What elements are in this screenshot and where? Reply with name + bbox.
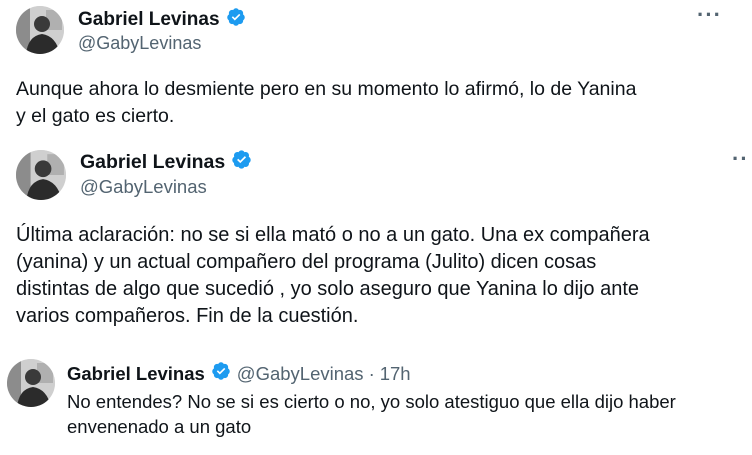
- display-name[interactable]: Gabriel Levinas: [78, 7, 246, 33]
- more-options-icon[interactable]: ··: [732, 148, 749, 170]
- display-name-text[interactable]: Gabriel Levinas: [67, 363, 205, 385]
- handle[interactable]: @GabyLevinas: [78, 33, 201, 54]
- tweet-text: Última aclaración: no se si ella mató o …: [16, 224, 650, 327]
- verified-badge-icon: [226, 7, 246, 33]
- display-name-text: Gabriel Levinas: [78, 9, 220, 30]
- avatar[interactable]: [7, 359, 55, 407]
- tweet-3[interactable]: Gabriel Levinas @GabyLevinas · 17h No en…: [0, 345, 752, 455]
- avatar[interactable]: [16, 6, 64, 54]
- handle[interactable]: @GabyLevinas: [237, 363, 364, 385]
- handle[interactable]: @GabyLevinas: [80, 176, 207, 198]
- avatar[interactable]: [16, 150, 66, 200]
- verified-badge-icon: [211, 361, 231, 386]
- tweet-text: No entendes? No se si es cierto o no, yo…: [67, 391, 676, 437]
- display-name[interactable]: Gabriel Levinas: [80, 149, 252, 176]
- timestamp[interactable]: 17h: [380, 363, 411, 385]
- tweet-text: Aunque ahora lo desmiente pero en su mom…: [16, 78, 637, 127]
- more-options-icon[interactable]: ···: [697, 4, 722, 26]
- display-name-text: Gabriel Levinas: [80, 151, 226, 173]
- verified-badge-icon: [231, 149, 252, 176]
- tweet-2[interactable]: Gabriel Levinas @GabyLevinas ·· Última a…: [0, 140, 752, 345]
- tweet-header: Gabriel Levinas @GabyLevinas · 17h: [67, 361, 411, 386]
- tweet-1[interactable]: Gabriel Levinas @GabyLevinas ··· Aunque …: [0, 0, 752, 140]
- separator-dot: ·: [368, 362, 375, 384]
